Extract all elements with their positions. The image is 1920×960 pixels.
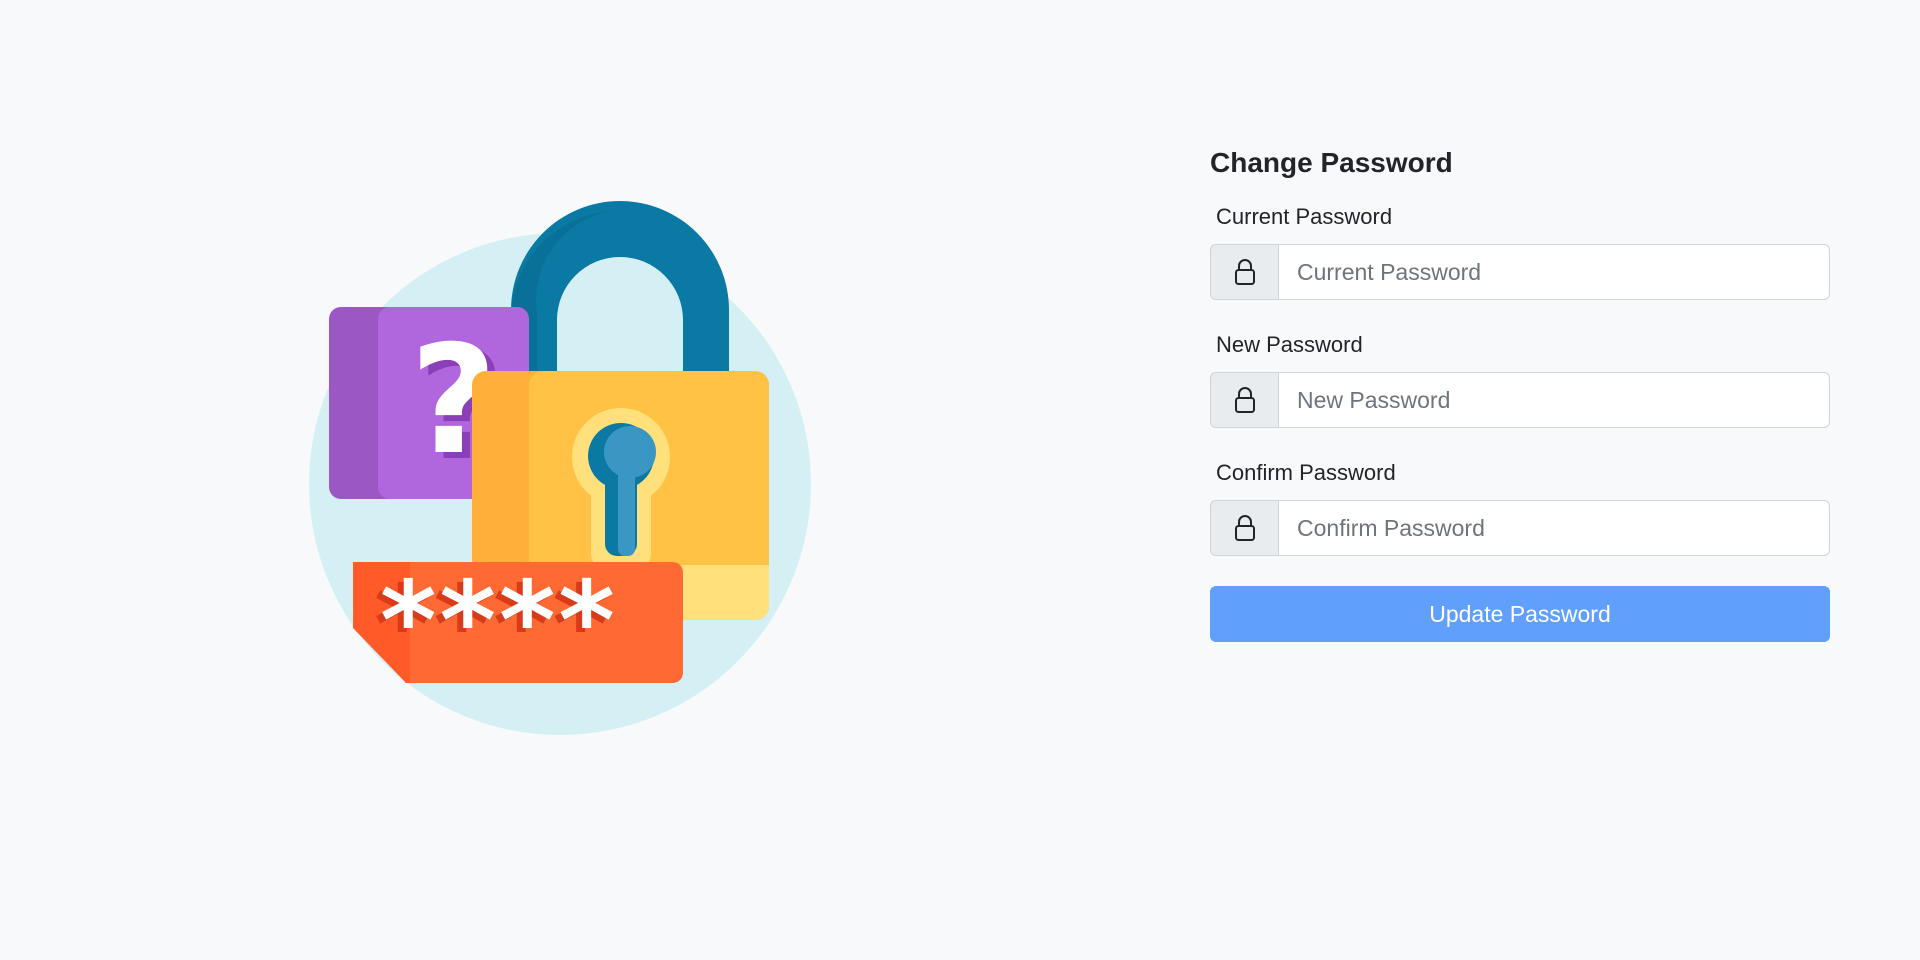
confirm-password-label: Confirm Password	[1216, 460, 1396, 485]
padlock-password-icon: ? ? **** ****	[309, 201, 811, 735]
change-password-form: Change Password Current Password New Pas…	[1210, 140, 1830, 642]
new-password-group: New Password	[1210, 330, 1830, 428]
lock-icon	[1210, 244, 1278, 300]
lock-icon	[1210, 500, 1278, 556]
page-title: Change Password	[1210, 147, 1453, 178]
confirm-password-input-group	[1210, 500, 1830, 556]
update-password-button[interactable]: Update Password	[1210, 586, 1830, 642]
new-password-input-group	[1210, 372, 1830, 428]
new-password-input[interactable]	[1278, 372, 1830, 428]
padlock-illustration: ? ? **** ****	[300, 200, 840, 760]
current-password-label: Current Password	[1216, 204, 1393, 229]
current-password-input[interactable]	[1278, 244, 1830, 300]
change-password-page: ? ? **** **** Change Password Current Pa…	[0, 0, 1920, 960]
current-password-group: Current Password	[1210, 202, 1830, 300]
confirm-password-group: Confirm Password	[1210, 458, 1830, 556]
confirm-password-input[interactable]	[1278, 500, 1830, 556]
current-password-input-group	[1210, 244, 1830, 300]
lock-icon	[1210, 372, 1278, 428]
masked-password-text: ****	[380, 559, 618, 684]
new-password-label: New Password	[1216, 332, 1363, 357]
